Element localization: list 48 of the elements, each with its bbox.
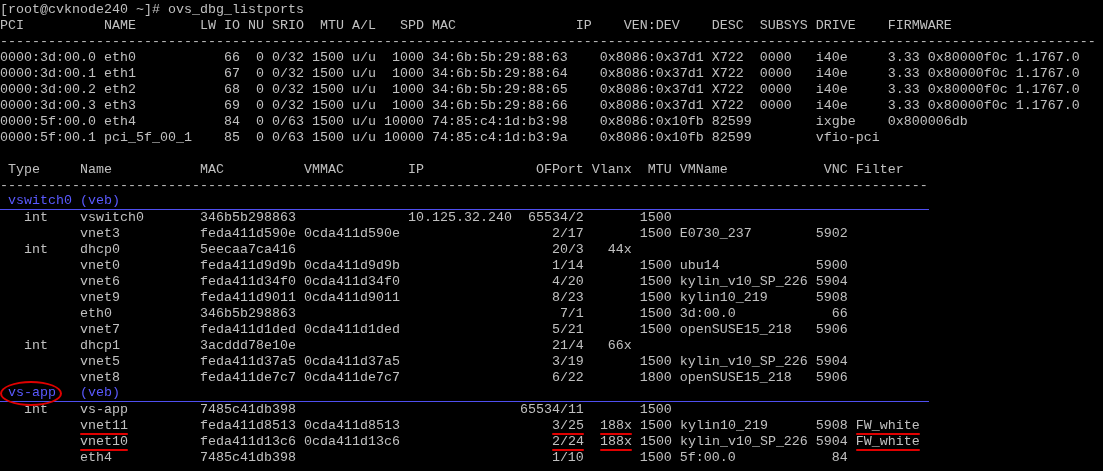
terminal-text: vnet11 xyxy=(80,418,128,433)
terminal-text: vnet8 feda411de7c7 0cda411de7c7 6/22 1800 openSUSE15_218 5906 xyxy=(80,370,848,385)
circle-mark xyxy=(0,381,62,406)
underline-mark xyxy=(599,449,632,451)
terminal-text: 2/24 xyxy=(551,434,584,449)
terminal-text: 0000:5f:00.1 pci_5f_00_1 85 0 0/63 1500 u/u 10000 74:85:c4:1d:b3:9a 0x8086:0x10fb 82599 vfio-pci xyxy=(0,130,880,145)
terminal-text: int dhcp0 5eecaa7ca416 20/3 44x xyxy=(24,242,632,257)
terminal-text: vnet10 xyxy=(80,434,128,449)
terminal-text: 3/25 xyxy=(551,418,584,433)
terminal-text: vnet5 feda411d37a5 0cda411d37a5 3/19 1500 kylin_v10_SP_226 5904 xyxy=(80,354,848,369)
underline-mark xyxy=(80,449,128,451)
terminal-text: 1500 kylin10_219 5908 xyxy=(639,418,848,433)
terminal-text: 188x xyxy=(599,434,632,449)
terminal-text: feda411d8513 0cda411d8513 xyxy=(199,418,400,433)
terminal-text: 188x xyxy=(599,418,632,433)
terminal-text: 0000:5f:00.0 eth4 84 0 0/63 1500 u/u 10000 74:85:c4:1d:b3:98 0x8086:0x10fb 82599 ixgbe 0x800006db xyxy=(0,114,968,129)
underline-mark xyxy=(599,433,632,435)
terminal-text: 1500 kylin_v10_SP_226 5904 xyxy=(639,434,848,449)
terminal-text: 0000:3d:00.2 eth2 68 0 0/32 1500 u/u 1000 34:6b:5b:29:88:65 0x8086:0x37d1 X722 0000 i40e 3.33 0x80000f0c 1.1767.0 xyxy=(0,82,1080,97)
terminal-text: vnet0 feda411d9d9b 0cda411d9d9b 1/14 1500 ubu14 5900 xyxy=(80,258,848,273)
terminal-text: feda411d13c6 0cda411d13c6 xyxy=(199,434,400,449)
terminal-text: (veb) xyxy=(80,385,120,400)
terminal-text: 0000:3d:00.3 eth3 69 0 0/32 1500 u/u 1000 34:6b:5b:29:88:66 0x8086:0x37d1 X722 0000 i40e 3.33 0x80000f0c 1.1767.0 xyxy=(0,98,1080,113)
terminal-text: eth4 7485c41db398 1/10 1500 5f:00.0 84 xyxy=(80,450,848,465)
terminal-text: eth0 346b5b298863 7/1 1500 3d:00.0 66 xyxy=(80,306,848,321)
underline-mark xyxy=(551,449,584,451)
terminal-text: FW_white xyxy=(855,434,920,449)
underline-mark xyxy=(855,449,920,451)
terminal-text: PCI NAME LW IO NU SRIO MTU A/L SPD MAC IP VEN:DEV DESC SUBSYS DRIVE FIRMWARE xyxy=(0,18,952,33)
terminal-text: int vswitch0 346b5b298863 10.125.32.240 65534/2 1500 xyxy=(24,210,672,225)
terminal-text: vs-app xyxy=(8,385,56,400)
terminal-text: Type Name MAC VMMAC IP OFPort Vlanx MTU VMName VNC Filter xyxy=(8,162,904,177)
terminal-text: [root@cvknode240 ~]# ovs_dbg_listports xyxy=(0,2,304,17)
terminal-text: 0000:3d:00.0 eth0 66 0 0/32 1500 u/u 1000 34:6b:5b:29:88:63 0x8086:0x37d1 X722 0000 i40e 3.33 0x80000f0c 1.1767.0 xyxy=(0,50,1080,65)
terminal-text: ----------------------------------------------------------------------------------------------------------------------------------------- xyxy=(0,34,1096,49)
underline-mark xyxy=(855,433,920,435)
terminal-text: vnet3 feda411d590e 0cda411d590e 2/17 1500 E0730_237 5902 xyxy=(80,226,848,241)
terminal-text: vnet9 feda411d9011 0cda411d9011 8/23 1500 kylin10_219 5908 xyxy=(80,290,848,305)
terminal-text: -------------------------------------------------------------------------------------------------------------------- xyxy=(0,178,928,193)
terminal-text: 0000:3d:00.1 eth1 67 0 0/32 1500 u/u 1000 34:6b:5b:29:88:64 0x8086:0x37d1 X722 0000 i40e 3.33 0x80000f0c 1.1767.0 xyxy=(0,66,1080,81)
underline-mark xyxy=(551,433,584,435)
terminal-text: int dhcp1 3acddd78e10e 21/4 66x xyxy=(24,338,632,353)
terminal-text: FW_white xyxy=(855,418,920,433)
terminal-text: int vs-app 7485c41db398 65534/11 1500 xyxy=(24,402,672,417)
terminal-text: vnet7 feda411d1ded 0cda411d1ded 5/21 1500 openSUSE15_218 5906 xyxy=(80,322,848,337)
underline-mark xyxy=(80,433,128,435)
terminal-text: vnet6 feda411d34f0 0cda411d34f0 4/20 1500 kylin_v10_SP_226 5904 xyxy=(80,274,848,289)
terminal-text: vswitch0 (veb) xyxy=(8,193,120,208)
